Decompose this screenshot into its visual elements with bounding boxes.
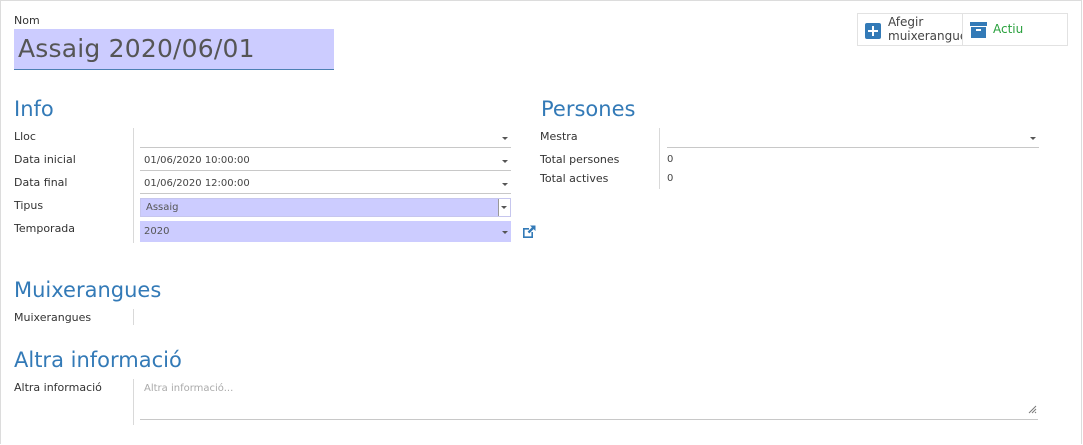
info-divider [133, 128, 134, 243]
altra-divider [133, 379, 134, 425]
data-final-field[interactable]: 01/06/2020 12:00:00 [140, 174, 511, 194]
persones-heading: Persones [541, 97, 636, 121]
total-actives-value: 0 [667, 173, 674, 184]
altra-field-label: Altra informació [14, 381, 102, 394]
altra-heading: Altra informació [14, 348, 182, 372]
temporada-value: 2020 [144, 226, 170, 237]
dropdown-caret-icon [501, 206, 507, 209]
altra-textarea[interactable]: Altra informació... [140, 378, 1038, 420]
total-persones-value: 0 [667, 154, 674, 165]
muixerangues-field-label: Muixerangues [14, 311, 92, 324]
add-muixerangue-button[interactable]: Afegir muixerangue [857, 13, 967, 46]
mestra-select[interactable] [667, 128, 1039, 148]
dropdown-caret-icon [1030, 137, 1036, 140]
info-heading: Info [14, 97, 54, 121]
lloc-label: Lloc [14, 130, 36, 143]
mestra-label: Mestra [540, 130, 578, 143]
external-link-icon[interactable] [521, 224, 537, 240]
data-inicial-value: 01/06/2020 10:00:00 [144, 155, 250, 166]
plus-square-icon [865, 23, 881, 43]
field-underline [140, 419, 1038, 420]
altra-placeholder: Altra informació... [144, 383, 234, 394]
total-persones-label: Total persones [540, 153, 620, 166]
name-label: Nom [14, 14, 40, 27]
field-underline [140, 170, 511, 171]
add-button-label-line1: Afegir [888, 15, 924, 29]
tipus-label: Tipus [14, 199, 44, 212]
name-input[interactable]: Assaig 2020/06/01 [14, 29, 334, 70]
active-toggle-button[interactable]: Actiu [962, 13, 1068, 46]
dropdown-caret-icon [502, 160, 508, 163]
muixerangues-divider [133, 309, 134, 325]
data-inicial-field[interactable]: 01/06/2020 10:00:00 [140, 151, 511, 171]
add-button-label-line2: muixerangue [888, 29, 968, 43]
tipus-value: Assaig [146, 202, 179, 213]
data-final-value: 01/06/2020 12:00:00 [144, 178, 250, 189]
tipus-select[interactable]: Assaig [140, 198, 511, 217]
data-inicial-label: Data inicial [14, 153, 76, 166]
muixerangues-heading: Muixerangues [14, 278, 162, 302]
field-underline [140, 193, 511, 194]
tipus-dropdown-button[interactable] [498, 199, 510, 216]
data-final-label: Data final [14, 176, 68, 189]
temporada-label: Temporada [14, 222, 76, 235]
persones-divider [659, 128, 660, 189]
dropdown-caret-icon [502, 183, 508, 186]
dropdown-caret-icon [502, 231, 508, 234]
lloc-select[interactable] [140, 128, 511, 148]
active-label: Actiu [993, 22, 1024, 36]
field-underline [667, 147, 1039, 148]
archive-icon [970, 22, 987, 42]
total-actives-label: Total actives [540, 172, 609, 185]
field-underline [140, 147, 511, 148]
temporada-select[interactable]: 2020 [140, 221, 511, 242]
resize-handle-icon[interactable] [1028, 399, 1037, 418]
dropdown-caret-icon [502, 137, 508, 140]
